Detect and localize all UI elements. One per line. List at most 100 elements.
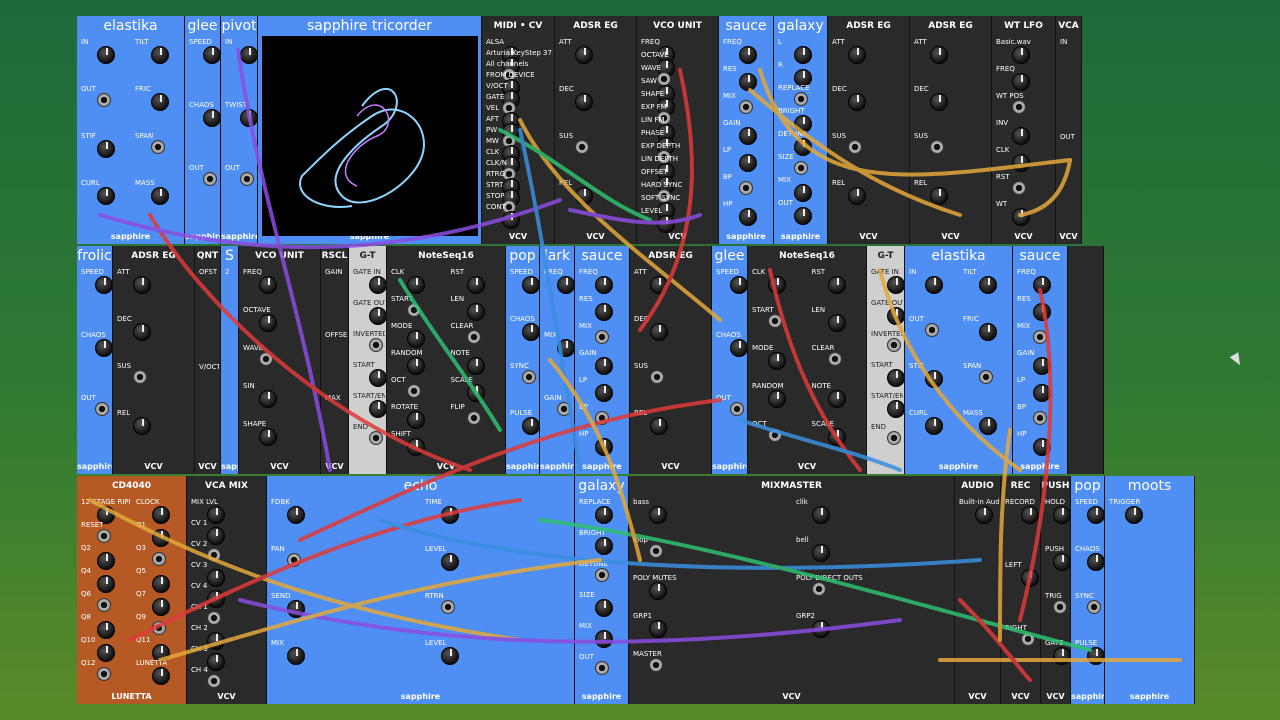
module-elastika[interactable]: elastika IN TILT OUT FRIC STIF SPAN CURL MASS sap…: [77, 16, 185, 244]
jack[interactable]: [407, 303, 421, 317]
knob[interactable]: [152, 506, 170, 524]
knob[interactable]: [975, 506, 993, 524]
jack[interactable]: [595, 411, 609, 425]
module-echo[interactable]: echo FDBK TIME PAN LEVEL SEND RTRN MIX LEVEL sapp…: [267, 476, 575, 704]
jack[interactable]: [768, 428, 782, 442]
knob[interactable]: [768, 276, 786, 294]
knob[interactable]: [203, 46, 220, 64]
knob[interactable]: [794, 184, 812, 202]
jack[interactable]: [739, 100, 753, 114]
jack[interactable]: [369, 338, 383, 352]
knob[interactable]: [203, 109, 220, 127]
knob[interactable]: [151, 187, 169, 205]
jack[interactable]: [151, 140, 165, 154]
knob[interactable]: [930, 187, 948, 205]
knob[interactable]: [466, 357, 485, 375]
knob[interactable]: [595, 384, 613, 402]
knob[interactable]: [887, 369, 904, 387]
knob[interactable]: [207, 527, 225, 545]
knob[interactable]: [812, 506, 830, 524]
knob[interactable]: [730, 276, 747, 294]
knob[interactable]: [407, 357, 425, 375]
jack[interactable]: [441, 600, 455, 614]
knob[interactable]: [595, 303, 613, 321]
knob[interactable]: [259, 276, 277, 294]
knob[interactable]: [650, 276, 668, 294]
jack[interactable]: [979, 370, 993, 384]
knob[interactable]: [1012, 46, 1030, 64]
module-sauce[interactable]: sauce FREQ RES MIX GAIN LP BP HP sapphire: [1013, 246, 1068, 474]
knob[interactable]: [1033, 438, 1051, 456]
knob[interactable]: [441, 647, 459, 665]
jack[interactable]: [649, 658, 663, 672]
knob[interactable]: [827, 314, 846, 332]
knob[interactable]: [979, 276, 997, 294]
jack[interactable]: [369, 431, 383, 445]
knob[interactable]: [649, 506, 667, 524]
jack[interactable]: [794, 161, 808, 175]
knob[interactable]: [1087, 506, 1104, 524]
jack[interactable]: [203, 172, 217, 186]
jack[interactable]: [152, 552, 166, 566]
knob[interactable]: [152, 575, 170, 593]
jack[interactable]: [1021, 632, 1035, 646]
jack[interactable]: [1033, 411, 1047, 425]
knob[interactable]: [1033, 303, 1051, 321]
knob[interactable]: [827, 276, 846, 294]
knob[interactable]: [207, 590, 225, 608]
knob[interactable]: [557, 339, 574, 357]
jack[interactable]: [557, 402, 571, 416]
knob[interactable]: [812, 620, 830, 638]
jack[interactable]: [287, 553, 301, 567]
module-adsr-eg[interactable]: ADSR EG ATT DEC SUS REL VCV: [630, 246, 712, 474]
jack[interactable]: [207, 548, 221, 562]
knob[interactable]: [407, 330, 425, 348]
knob[interactable]: [502, 211, 520, 229]
knob[interactable]: [407, 411, 425, 429]
knob[interactable]: [575, 187, 593, 205]
jack[interactable]: [97, 667, 111, 681]
jack[interactable]: [97, 598, 111, 612]
jack[interactable]: [1033, 330, 1047, 344]
knob[interactable]: [152, 667, 170, 685]
knob[interactable]: [259, 428, 277, 446]
jack[interactable]: [595, 661, 609, 675]
knob[interactable]: [848, 46, 866, 64]
knob[interactable]: [739, 73, 757, 91]
knob[interactable]: [887, 400, 904, 418]
jack[interactable]: [240, 172, 254, 186]
knob[interactable]: [369, 400, 386, 418]
knob[interactable]: [650, 323, 668, 341]
knob[interactable]: [407, 276, 425, 294]
jack[interactable]: [407, 384, 421, 398]
module-moots[interactable]: moots TRIGGER sapphire: [1105, 476, 1195, 704]
module-adsr-eg[interactable]: ADSR EG ATT DEC SUS REL VCV: [555, 16, 637, 244]
knob[interactable]: [133, 417, 151, 435]
knob[interactable]: [287, 647, 305, 665]
knob[interactable]: [207, 569, 225, 587]
module-midi-cv[interactable]: MIDI • CV ALSA Arturia KeyStep 37:A All cha…: [482, 16, 555, 244]
knob[interactable]: [595, 438, 613, 456]
knob[interactable]: [887, 276, 904, 294]
knob[interactable]: [466, 276, 485, 294]
knob[interactable]: [133, 323, 151, 341]
jack[interactable]: [97, 529, 111, 543]
knob[interactable]: [466, 303, 485, 321]
knob[interactable]: [1033, 384, 1051, 402]
jack[interactable]: [930, 140, 944, 154]
knob[interactable]: [466, 384, 485, 402]
module-g-t[interactable]: G-T GATE IN GATE OUT INVERTED START START/END…: [349, 246, 387, 474]
knob[interactable]: [827, 428, 846, 446]
module-wt-lfo[interactable]: WT LFO Basic.wav FREQ WT POS INV CLK RST WT VCV: [992, 16, 1056, 244]
knob[interactable]: [369, 307, 386, 325]
jack[interactable]: [95, 402, 109, 416]
knob[interactable]: [925, 417, 943, 435]
knob[interactable]: [730, 339, 747, 357]
knob[interactable]: [1125, 506, 1143, 524]
jack[interactable]: [466, 411, 481, 425]
knob[interactable]: [1012, 73, 1030, 91]
module-pop[interactable]: pop SPEED CHAOS SYNC PULSE sapphire: [1071, 476, 1105, 704]
knob[interactable]: [827, 390, 846, 408]
knob[interactable]: [151, 46, 169, 64]
knob[interactable]: [768, 352, 786, 370]
